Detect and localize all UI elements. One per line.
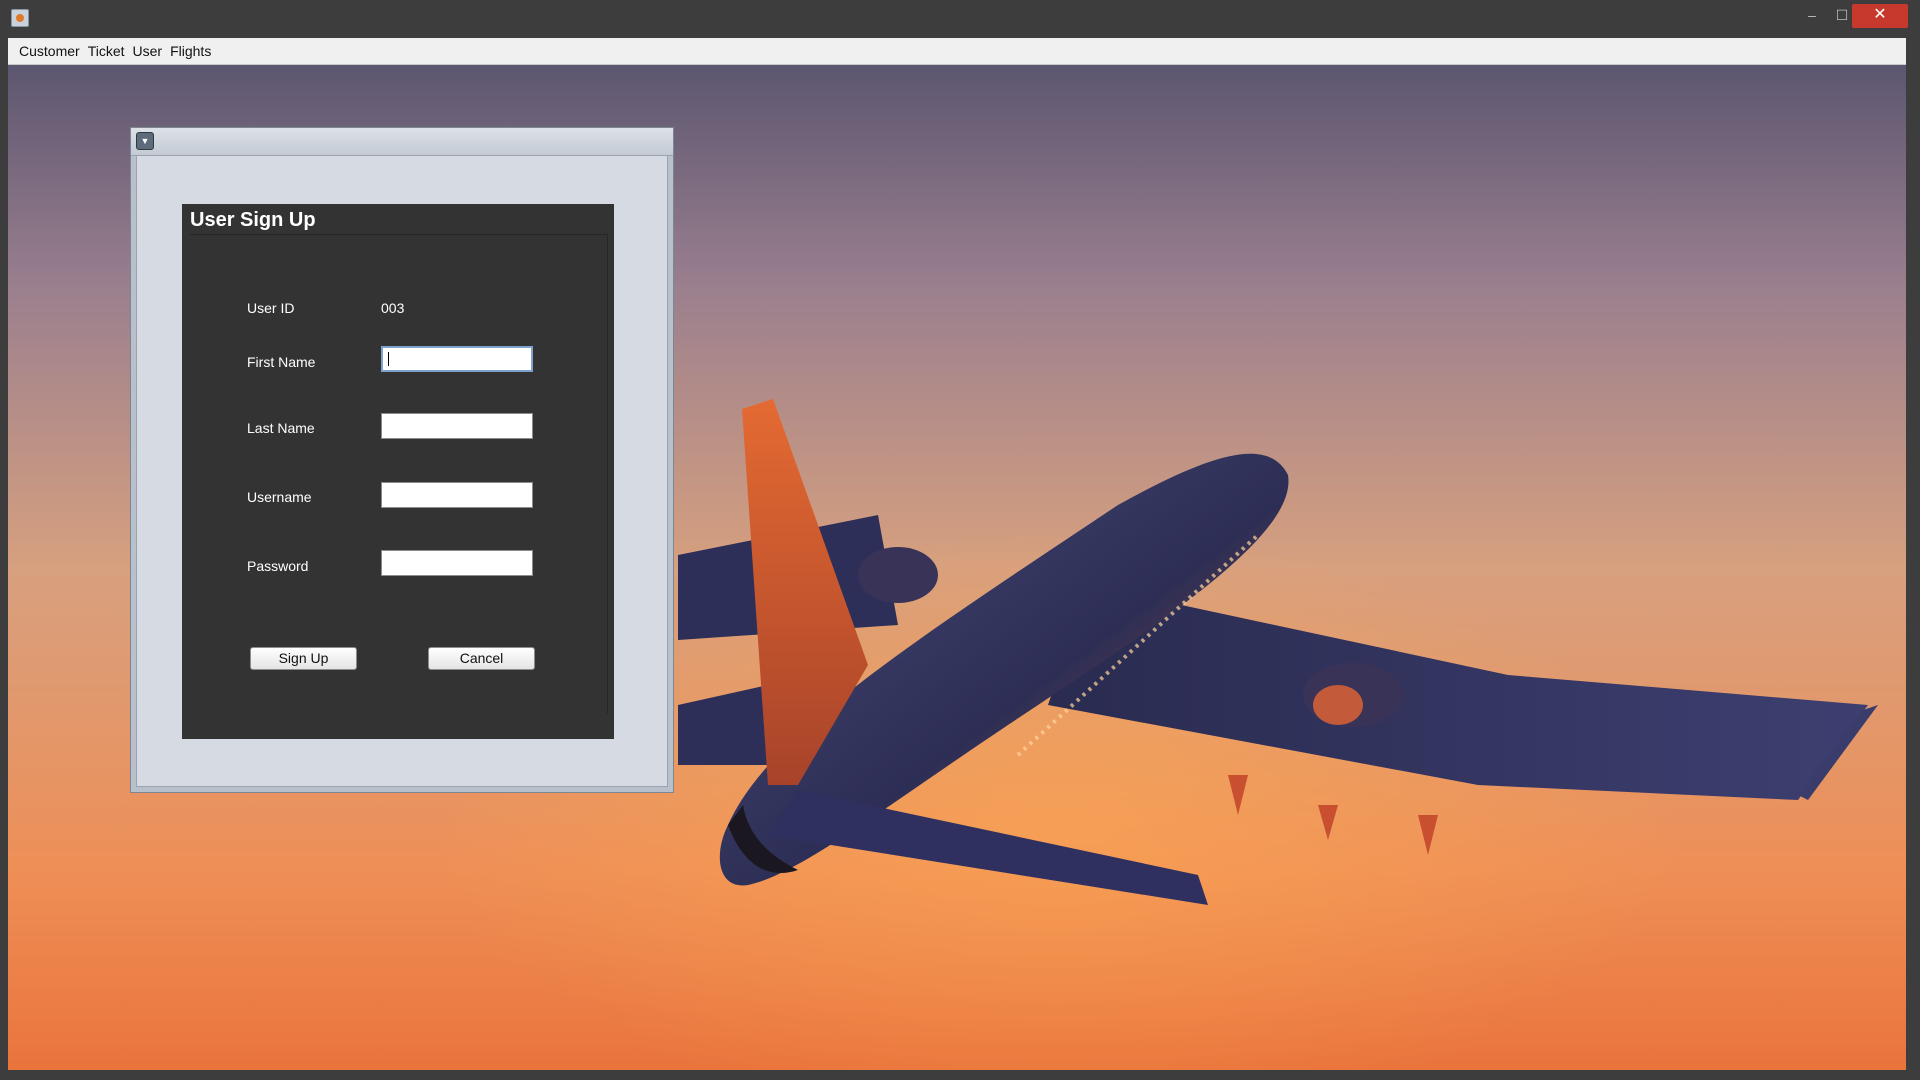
first-name-field[interactable] [381,346,533,372]
user-id-value: 003 [381,300,405,316]
cancel-button[interactable]: Cancel [428,647,535,670]
user-id-label: User ID [247,300,295,316]
menu-user[interactable]: User [129,38,167,65]
username-label: Username [247,489,312,505]
internal-frame-title-bar[interactable]: ▼ [131,128,673,156]
minimize-icon[interactable]: – [1800,4,1824,28]
menu-ticket[interactable]: Ticket [84,38,129,65]
menu-bar: Customer Ticket User Flights [8,38,1906,65]
password-field[interactable] [381,550,533,576]
close-icon[interactable]: ✕ [1852,4,1908,28]
menu-customer[interactable]: Customer [15,38,84,65]
password-label: Password [247,558,309,574]
user-sign-up-panel: User Sign Up User ID 003 First Name Last… [182,204,614,739]
maximize-icon[interactable]: ☐ [1830,4,1854,28]
panel-title: User Sign Up [190,209,316,231]
sign-up-button[interactable]: Sign Up [250,647,357,670]
window-title-bar: – ☐ ✕ [0,0,1920,38]
text-caret [388,352,389,366]
app-icon [11,9,29,27]
first-name-label: First Name [247,354,316,370]
last-name-label: Last Name [247,420,315,436]
menu-flights[interactable]: Flights [166,38,215,65]
last-name-field[interactable] [381,413,533,439]
dropdown-icon[interactable]: ▼ [136,132,154,150]
username-field[interactable] [381,482,533,508]
